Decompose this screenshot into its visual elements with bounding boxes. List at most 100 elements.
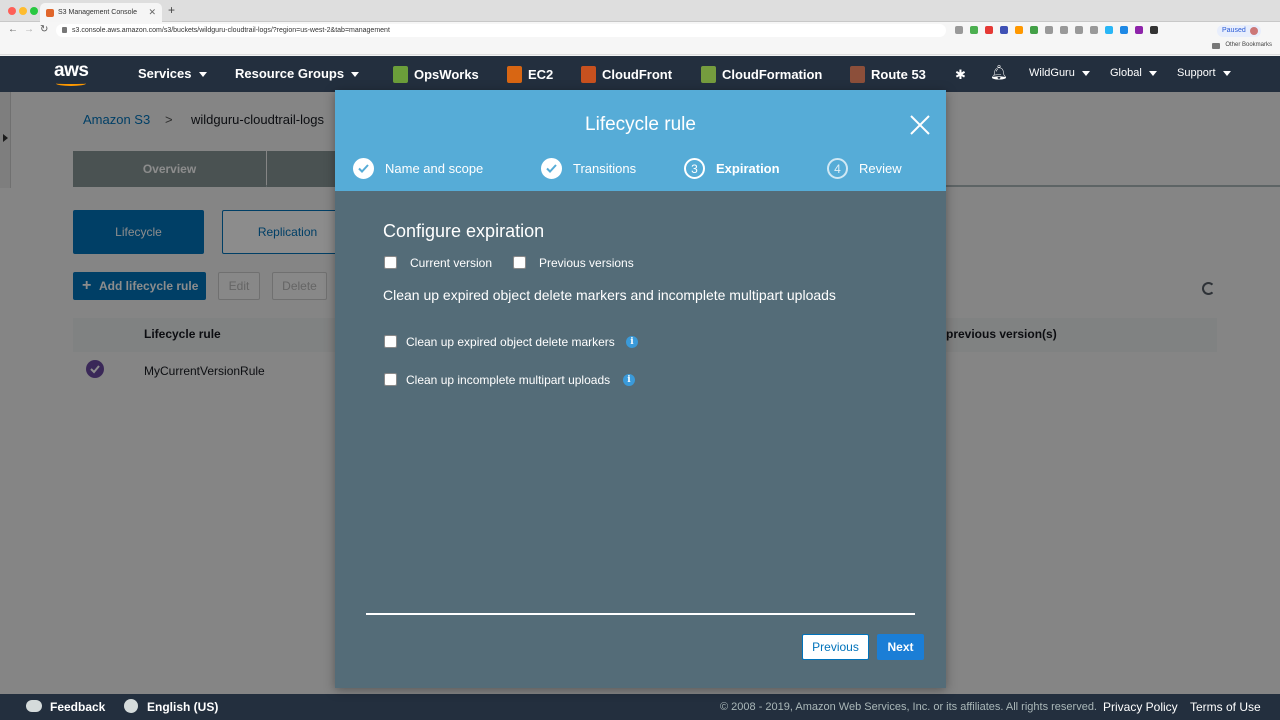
terms-of-use-link[interactable]: Terms of Use: [1190, 700, 1261, 714]
lifecycle-rule-modal: Lifecycle rule Name and scope Transition…: [335, 90, 946, 688]
extension-icon[interactable]: [1075, 26, 1083, 34]
back-icon[interactable]: ←: [8, 24, 18, 35]
step-number-badge: 4: [827, 158, 848, 179]
lock-icon: [62, 27, 67, 33]
account-menu[interactable]: WildGuru: [1029, 67, 1090, 79]
shortcut-cloudformation[interactable]: CloudFormation: [701, 66, 822, 83]
browser-tabbar: S3 Management Console ✕ +: [0, 0, 1280, 22]
aws-logo-text: aws: [54, 60, 89, 81]
bookmarks-bar: Other Bookmarks: [0, 39, 1280, 55]
previous-versions-label[interactable]: Previous versions: [539, 256, 634, 270]
reload-icon[interactable]: ↻: [40, 24, 48, 35]
address-bar[interactable]: s3.console.aws.amazon.com/s3/buckets/wil…: [56, 24, 946, 37]
close-icon[interactable]: [909, 114, 931, 136]
services-label: Services: [138, 66, 192, 81]
account-label: WildGuru: [1029, 67, 1075, 79]
bell-icon[interactable]: 🔔︎: [990, 64, 1008, 81]
feedback-link[interactable]: Feedback: [50, 700, 105, 714]
extension-icon[interactable]: [955, 26, 963, 34]
extension-icon[interactable]: [1060, 26, 1068, 34]
other-bookmarks[interactable]: Other Bookmarks: [1225, 42, 1272, 48]
language-selector[interactable]: English (US): [147, 700, 218, 714]
browser-tab[interactable]: S3 Management Console ✕: [40, 3, 162, 22]
info-icon[interactable]: i: [626, 336, 638, 348]
feedback-icon: [26, 700, 42, 712]
extension-icon[interactable]: [1090, 26, 1098, 34]
profile-paused-badge[interactable]: Paused: [1217, 25, 1261, 37]
support-label: Support: [1177, 67, 1216, 79]
region-menu[interactable]: Global: [1110, 67, 1157, 79]
support-menu[interactable]: Support: [1177, 67, 1231, 79]
extension-icon[interactable]: [1105, 26, 1113, 34]
url-text: s3.console.aws.amazon.com/s3/buckets/wil…: [72, 27, 390, 34]
browser-tab-title: S3 Management Console: [58, 9, 137, 16]
folder-icon: [1212, 43, 1220, 49]
step-label: Review: [859, 161, 902, 176]
ec2-icon: [507, 66, 522, 83]
cleanup-delete-markers-checkbox[interactable]: [384, 335, 397, 348]
cleanup-heading: Clean up expired object delete markers a…: [383, 287, 836, 303]
previous-button[interactable]: Previous: [802, 634, 869, 660]
shortcut-opsworks[interactable]: OpsWorks: [393, 66, 479, 83]
close-window-icon[interactable]: [8, 7, 16, 15]
browser-toolbar: ← → ↻ s3.console.aws.amazon.com/s3/bucke…: [0, 22, 1280, 39]
maximize-window-icon[interactable]: [30, 7, 38, 15]
cleanup-delete-markers-label[interactable]: Clean up expired object delete markers: [406, 335, 615, 349]
step-label: Expiration: [716, 161, 780, 176]
aws-top-nav: aws Services Resource Groups OpsWorks EC…: [0, 56, 1280, 92]
extension-icon[interactable]: [1135, 26, 1143, 34]
modal-title: Lifecycle rule: [585, 114, 696, 135]
aws-logo[interactable]: aws: [54, 60, 89, 86]
tab-close-icon[interactable]: ✕: [148, 3, 156, 22]
chevron-down-icon: [1222, 70, 1231, 76]
pin-icon[interactable]: ✱: [955, 67, 966, 83]
cleanup-multipart-label[interactable]: Clean up incomplete multipart uploads: [406, 373, 610, 387]
minimize-window-icon[interactable]: [19, 7, 27, 15]
shortcut-route53[interactable]: Route 53: [850, 66, 926, 83]
cleanup-multipart-checkbox[interactable]: [384, 373, 397, 386]
info-icon[interactable]: i: [623, 374, 635, 386]
step-number: 3: [691, 162, 698, 176]
opsworks-icon: [393, 66, 408, 83]
paused-label: Paused: [1222, 27, 1246, 34]
step-number: 4: [834, 162, 841, 176]
previous-versions-checkbox[interactable]: [513, 256, 526, 269]
step-label: Transitions: [573, 161, 637, 176]
chevron-down-icon: [351, 72, 360, 78]
current-version-checkbox[interactable]: [384, 256, 397, 269]
footer: Feedback English (US) © 2008 - 2019, Ama…: [0, 694, 1280, 720]
shortcut-ec2[interactable]: EC2: [507, 66, 553, 83]
resource-groups-menu[interactable]: Resource Groups: [235, 66, 360, 81]
extension-icon[interactable]: [1015, 26, 1023, 34]
extension-icon[interactable]: [1150, 26, 1158, 34]
privacy-policy-link[interactable]: Privacy Policy: [1103, 700, 1178, 714]
services-menu[interactable]: Services: [138, 66, 207, 81]
check-icon: [541, 158, 562, 179]
shortcut-label: CloudFront: [602, 67, 673, 82]
modal-header: Lifecycle rule Name and scope Transition…: [335, 90, 946, 191]
chevron-down-icon: [1081, 70, 1090, 76]
extension-icon[interactable]: [1000, 26, 1008, 34]
region-label: Global: [1110, 67, 1142, 79]
step-label: Name and scope: [385, 161, 484, 176]
next-button[interactable]: Next: [877, 634, 924, 660]
extension-icon[interactable]: [970, 26, 978, 34]
shortcut-label: EC2: [528, 67, 554, 82]
shortcut-label: Route 53: [871, 67, 926, 82]
aws-smile-icon: [56, 81, 86, 86]
step-number-badge: 3: [684, 158, 705, 179]
new-tab-icon[interactable]: +: [168, 3, 175, 17]
cloudfront-icon: [581, 66, 596, 83]
current-version-label[interactable]: Current version: [410, 256, 492, 270]
extension-icon[interactable]: [1045, 26, 1053, 34]
extension-icon[interactable]: [985, 26, 993, 34]
modal-divider: [366, 613, 915, 615]
extension-icon[interactable]: [1120, 26, 1128, 34]
shortcut-cloudfront[interactable]: CloudFront: [581, 66, 672, 83]
extension-icon[interactable]: [1030, 26, 1038, 34]
forward-icon[interactable]: →: [24, 24, 34, 35]
cloudformation-icon: [701, 66, 716, 83]
shortcut-label: CloudFormation: [722, 67, 823, 82]
route53-icon: [850, 66, 865, 83]
avatar: [1250, 27, 1258, 35]
